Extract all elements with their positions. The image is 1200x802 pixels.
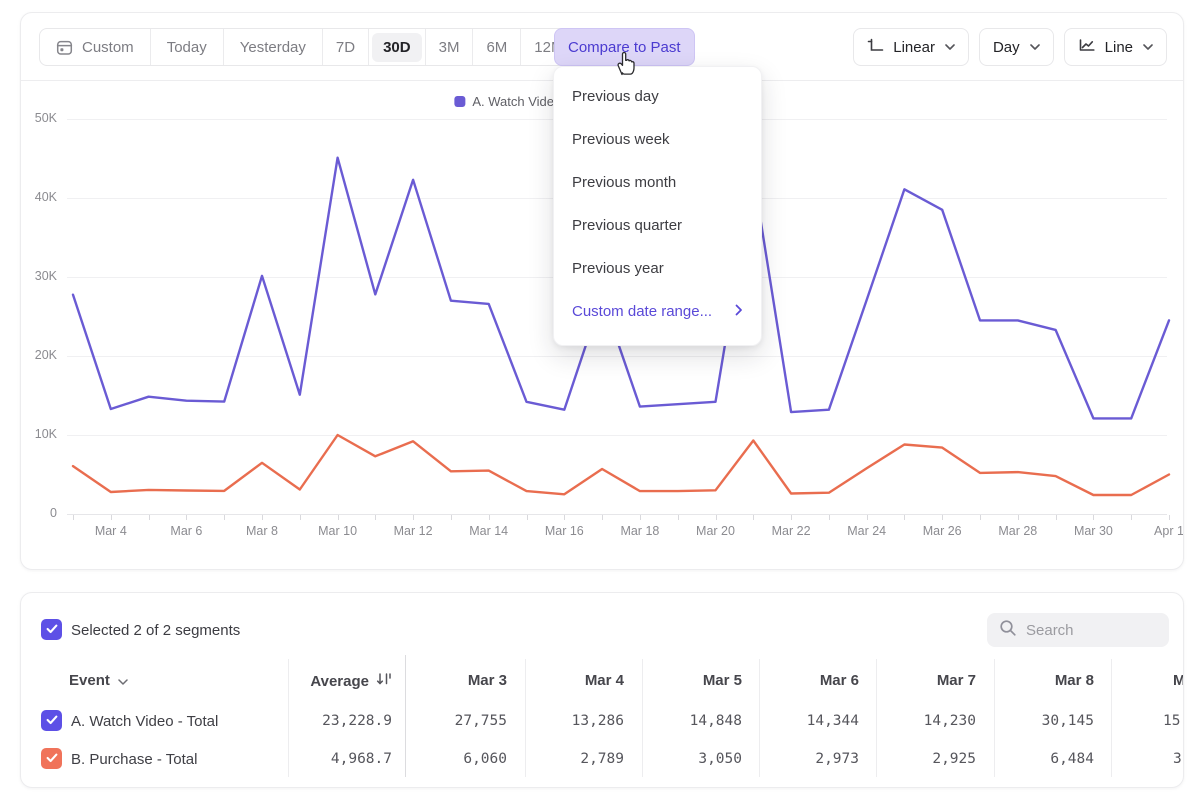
segments-table-card: Selected 2 of 2 segments Event Average M…: [20, 592, 1184, 788]
table-value: 14,848: [642, 713, 742, 729]
row-checkbox[interactable]: [41, 748, 62, 769]
menu-item-previous-quarter[interactable]: Previous quarter: [554, 204, 761, 247]
x-axis-tick: [73, 515, 74, 520]
table-value: 14,344: [759, 713, 859, 729]
x-axis-tick: [300, 515, 301, 520]
chevron-right-icon: [735, 303, 743, 320]
row-label: B. Purchase - Total: [71, 751, 197, 768]
x-axis-label: Mar 22: [761, 524, 821, 538]
checkmark-icon: [46, 750, 58, 768]
column-divider: [288, 659, 289, 777]
search-box[interactable]: [987, 613, 1169, 647]
x-axis-tick: [564, 515, 565, 520]
row-checkbox[interactable]: [41, 710, 62, 731]
menu-item-previous-year[interactable]: Previous year: [554, 247, 761, 290]
table-value: 27,755: [407, 713, 507, 729]
x-axis-label: Mar 26: [912, 524, 972, 538]
x-axis-label: Mar 10: [308, 524, 368, 538]
date-column-header[interactable]: Mar 5: [642, 672, 742, 689]
x-axis-tick: [413, 515, 414, 520]
x-axis-label: Mar 12: [383, 524, 443, 538]
x-axis-tick: [451, 515, 452, 520]
x-axis-tick: [640, 515, 641, 520]
date-column-header[interactable]: Mar 7: [876, 672, 976, 689]
x-axis-label: Mar 18: [610, 524, 670, 538]
x-axis-label: Apr 1: [1139, 524, 1184, 538]
x-axis-tick: [980, 515, 981, 520]
x-axis-label: Mar 6: [156, 524, 216, 538]
sort-descending-icon: [376, 672, 392, 690]
x-axis-tick: [527, 515, 528, 520]
compare-to-past-menu: Previous dayPrevious weekPrevious monthP…: [553, 66, 762, 346]
date-column-header[interactable]: Mar 8: [994, 672, 1094, 689]
x-axis-tick: [829, 515, 830, 520]
table-value: 6,484: [994, 751, 1094, 767]
column-divider: [405, 655, 406, 777]
x-axis-tick: [753, 515, 754, 520]
x-axis-label: Mar 30: [1063, 524, 1123, 538]
x-axis-label: Mar 24: [837, 524, 897, 538]
x-axis-label: Mar 14: [459, 524, 519, 538]
table-value: 30,145: [994, 713, 1094, 729]
x-axis-tick: [1131, 515, 1132, 520]
x-axis-tick: [111, 515, 112, 520]
x-axis-tick: [262, 515, 263, 520]
row-label: A. Watch Video - Total: [71, 713, 218, 730]
x-axis-tick: [338, 515, 339, 520]
x-axis-tick: [678, 515, 679, 520]
average-column-header[interactable]: Average: [201, 672, 392, 690]
x-axis-tick: [149, 515, 150, 520]
x-axis-label: Mar 4: [81, 524, 141, 538]
table-value: 6,060: [407, 751, 507, 767]
table-value: 13,286: [524, 713, 624, 729]
x-axis-tick: [867, 515, 868, 520]
clipped-column-header: M: [1173, 672, 1184, 689]
selected-segments-label: Selected 2 of 2 segments: [71, 622, 240, 639]
chevron-down-icon: [118, 672, 128, 689]
x-axis-tick: [186, 515, 187, 520]
series-line-b: [73, 435, 1169, 495]
search-icon: [999, 619, 1017, 642]
x-axis-label: Mar 28: [988, 524, 1048, 538]
x-axis-label: Mar 8: [232, 524, 292, 538]
x-axis-tick: [224, 515, 225, 520]
x-axis-tick: [489, 515, 490, 520]
average-value: 23,228.9: [292, 713, 392, 729]
x-axis-tick: [791, 515, 792, 520]
x-axis-tick: [602, 515, 603, 520]
x-axis-tick: [942, 515, 943, 520]
menu-item-previous-month[interactable]: Previous month: [554, 161, 761, 204]
x-axis-tick: [1056, 515, 1057, 520]
date-column-header[interactable]: Mar 3: [407, 672, 507, 689]
checkmark-icon: [46, 621, 58, 639]
date-column-header[interactable]: Mar 6: [759, 672, 859, 689]
table-value: 2,925: [876, 751, 976, 767]
table-value: 2,973: [759, 751, 859, 767]
table-value: 14,230: [876, 713, 976, 729]
clipped-table-value: 3,: [1173, 751, 1184, 767]
clipped-table-value: 15,: [1163, 713, 1184, 729]
x-axis-label: Mar 16: [534, 524, 594, 538]
menu-item-previous-week[interactable]: Previous week: [554, 118, 761, 161]
date-column-header[interactable]: Mar 4: [524, 672, 624, 689]
x-axis-tick: [375, 515, 376, 520]
column-divider: [1111, 659, 1112, 777]
menu-item-custom-date-range[interactable]: Custom date range...: [554, 290, 761, 333]
x-axis-tick: [1169, 515, 1170, 520]
search-input[interactable]: [1026, 622, 1156, 639]
x-axis-label: Mar 20: [686, 524, 746, 538]
average-value: 4,968.7: [292, 751, 392, 767]
table-value: 2,789: [524, 751, 624, 767]
checkmark-icon: [46, 712, 58, 730]
menu-item-previous-day[interactable]: Previous day: [554, 75, 761, 118]
x-axis-tick: [904, 515, 905, 520]
x-axis-tick: [716, 515, 717, 520]
select-all-checkbox[interactable]: [41, 619, 62, 640]
event-column-header[interactable]: Event: [69, 672, 128, 689]
x-axis-tick: [1093, 515, 1094, 520]
x-axis-tick: [1018, 515, 1019, 520]
table-value: 3,050: [642, 751, 742, 767]
